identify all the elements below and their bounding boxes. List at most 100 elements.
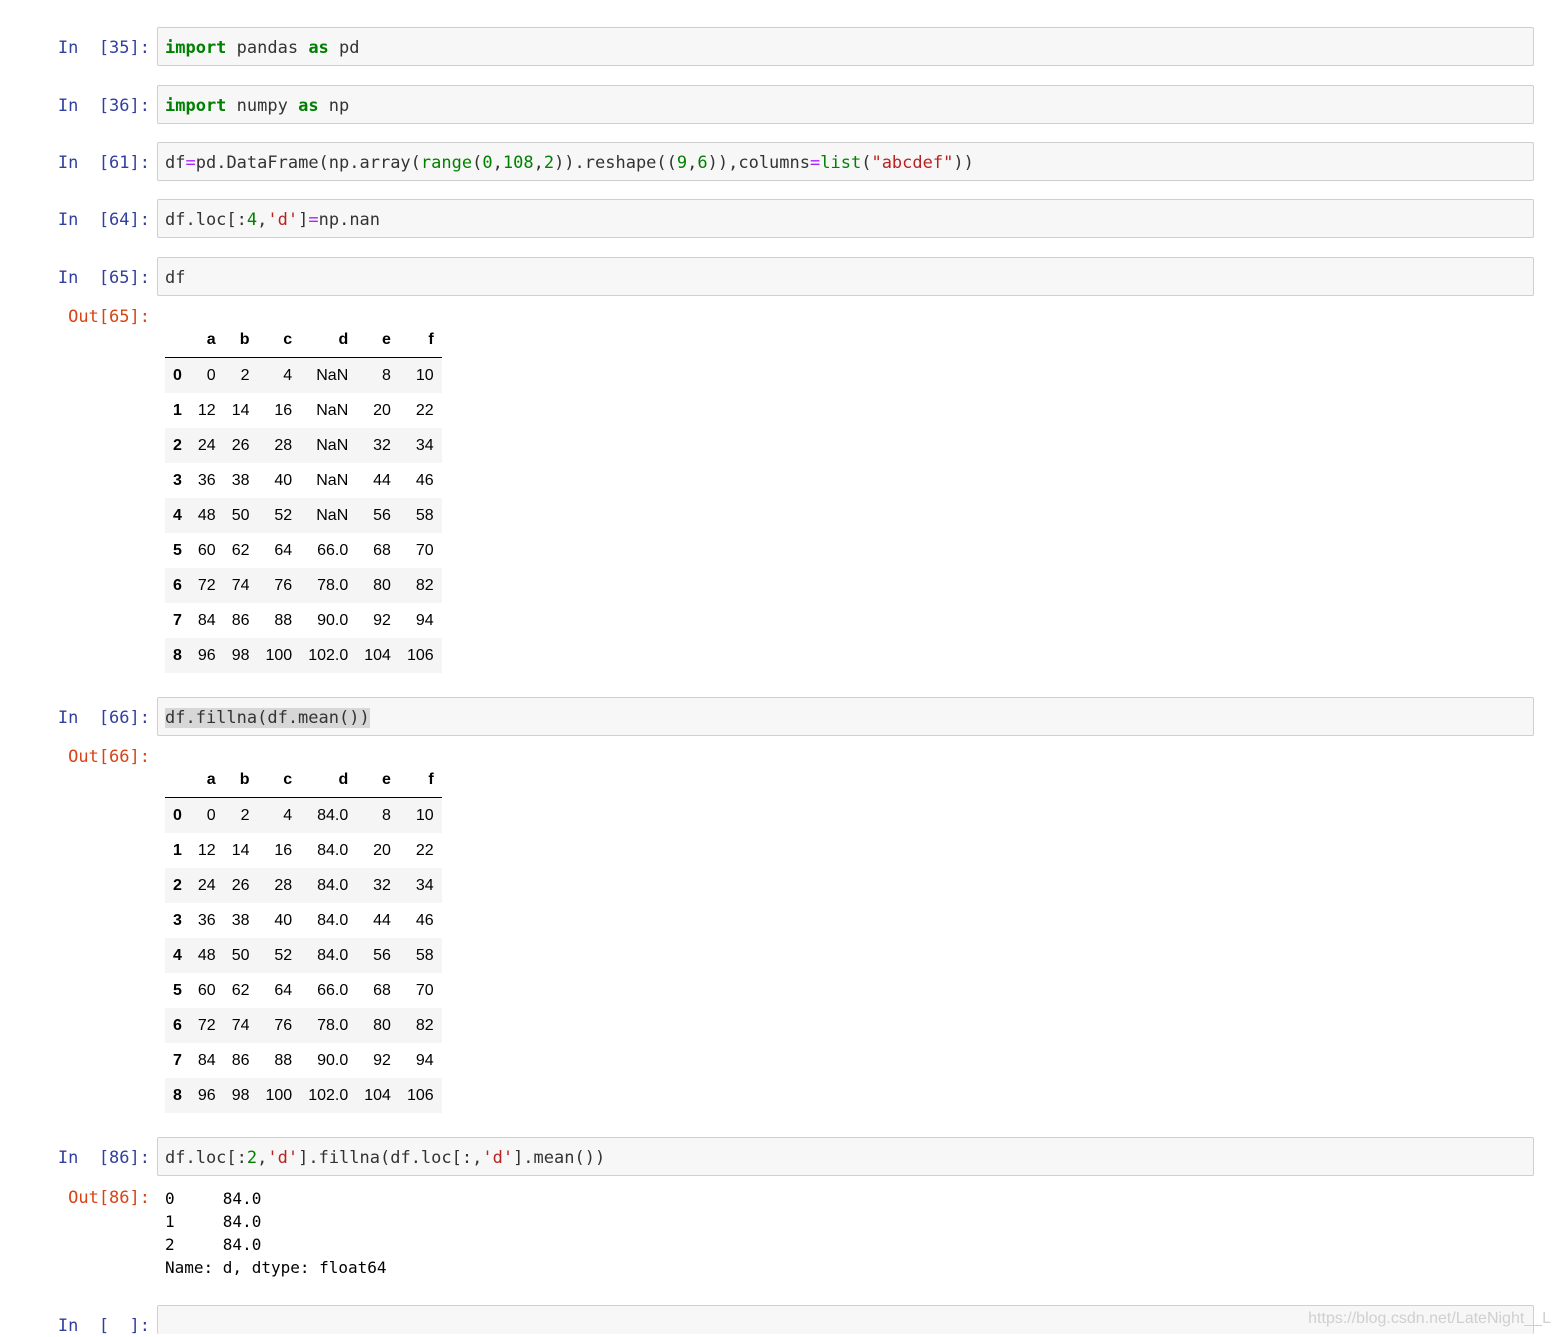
series-line: 1 84.0 xyxy=(165,1212,262,1231)
table-cell: 84.0 xyxy=(317,911,349,929)
row-index: 8 xyxy=(173,646,182,664)
table-row: 4 48 50 52 84.0 56 58 xyxy=(165,938,442,973)
table-row: 8 96 98 100 102.0 104 106 xyxy=(165,638,442,673)
table-cell: 66.0 xyxy=(317,541,349,559)
cell-61-code[interactable]: df=pd.DataFrame(np.array(range(0,108,2))… xyxy=(165,152,974,174)
cell-64-prompt: In [64]: xyxy=(57,210,150,230)
table-row: 8 96 98 100 102.0 104 106 xyxy=(165,1078,442,1113)
table-cell: 92 xyxy=(373,611,391,629)
table-cell: 28 xyxy=(274,436,293,454)
series-output-86: 0 84.0 1 84.0 2 84.0 Name: d, dtype: float6… xyxy=(165,1187,387,1279)
row-index: 6 xyxy=(173,1016,182,1034)
cell-61-prompt: In [61]: xyxy=(57,153,150,173)
table-cell: 72 xyxy=(197,576,216,594)
row-index: 4 xyxy=(173,506,182,524)
table-cell: 84.0 xyxy=(317,876,349,894)
cell-86-code[interactable]: df.loc[:2,'d'].fillna(df.loc[:,'d'].mean… xyxy=(165,1147,605,1169)
table-cell: 38 xyxy=(231,911,250,929)
cell-64-code[interactable]: df.loc[:4,'d']=np.nan xyxy=(165,209,380,231)
column-header: d xyxy=(300,322,357,358)
table-cell: 88 xyxy=(274,1051,293,1069)
row-index: 2 xyxy=(173,436,182,454)
table-cell: NaN xyxy=(316,366,349,384)
table-cell: 80 xyxy=(373,1016,391,1034)
cell-86-out-prompt: Out[86]: xyxy=(68,1188,150,1208)
column-header: e xyxy=(356,762,399,798)
table-cell: 48 xyxy=(197,506,216,524)
table-cell: 94 xyxy=(415,1051,434,1069)
row-index: 1 xyxy=(173,401,182,419)
column-header: b xyxy=(223,762,258,798)
column-header: e xyxy=(356,322,399,358)
table-cell: 40 xyxy=(274,471,293,489)
table-cell: 74 xyxy=(231,1016,250,1034)
column-header: c xyxy=(257,322,301,358)
column-header: a xyxy=(189,322,224,358)
table-cell: 2 xyxy=(240,806,250,824)
cell-66-prompt: In [66]: xyxy=(57,708,150,728)
cell-36-code[interactable]: import numpy as np xyxy=(165,95,349,117)
table-cell: 76 xyxy=(274,1016,293,1034)
table-header-row: abcdef xyxy=(165,762,442,798)
selected-code[interactable]: df.fillna(df.mean()) xyxy=(165,708,370,728)
table-cell: 12 xyxy=(197,841,216,859)
table-row: 3 36 38 40 84.0 44 46 xyxy=(165,903,442,938)
cell-35-prompt: In [35]: xyxy=(57,38,150,58)
cell-65-input[interactable] xyxy=(157,257,1534,296)
table-cell: 44 xyxy=(373,911,391,929)
table-cell: 0 xyxy=(206,806,216,824)
dataframe-output-65: a b c d e f 0 0 2 4 NaN 8 10 1 12 14 16 NaN 20 22 2 24 26 28 NaN… xyxy=(165,322,442,673)
table-cell: 50 xyxy=(231,506,250,524)
table-cell: 20 xyxy=(373,401,391,419)
table-cell: 72 xyxy=(197,1016,216,1034)
table-cell: 32 xyxy=(373,876,391,894)
table-cell: 38 xyxy=(231,471,250,489)
table-cell: 58 xyxy=(415,506,434,524)
table-row: 7 84 86 88 90.0 92 94 xyxy=(165,603,442,638)
cell-65-code[interactable]: df xyxy=(165,267,185,289)
table-cell: 62 xyxy=(231,541,250,559)
table-cell: 44 xyxy=(373,471,391,489)
dataframe-output-66: a b c d e f 0 0 2 4 84.0 8 10 1 12 14 16 84.0 20 22 2 24 26 28 8… xyxy=(165,762,442,1113)
table-cell: 36 xyxy=(197,471,216,489)
cell-35-code[interactable]: import pandas as pd xyxy=(165,37,360,59)
table-cell: 52 xyxy=(274,946,293,964)
table-cell: 86 xyxy=(231,1051,250,1069)
column-header xyxy=(165,322,190,358)
cell-66-code[interactable]: df.fillna(df.mean()) xyxy=(165,707,370,729)
table-cell: 78.0 xyxy=(317,1016,349,1034)
row-index: 8 xyxy=(173,1086,182,1104)
table-cell: 70 xyxy=(415,981,434,999)
table-cell: 58 xyxy=(415,946,434,964)
table-cell: 60 xyxy=(197,541,216,559)
table-cell: 50 xyxy=(231,946,250,964)
table-cell: 88 xyxy=(274,611,293,629)
column-header: a xyxy=(189,762,224,798)
table-cell: 68 xyxy=(373,981,391,999)
cell-35-input[interactable] xyxy=(157,27,1534,66)
table-cell: 2 xyxy=(240,366,250,384)
row-index: 3 xyxy=(173,471,182,489)
cell-36-input[interactable] xyxy=(157,85,1534,124)
table-row: 0 0 2 4 NaN 8 10 xyxy=(165,357,442,393)
table-row: 5 60 62 64 66.0 68 70 xyxy=(165,973,442,1008)
table-cell: 100 xyxy=(265,646,293,664)
table-cell: 12 xyxy=(197,401,216,419)
table-cell: 102.0 xyxy=(308,646,349,664)
table-cell: 8 xyxy=(382,806,391,824)
table-cell: 40 xyxy=(274,911,293,929)
table-cell: 36 xyxy=(197,911,216,929)
table-cell: 84 xyxy=(197,611,216,629)
series-dtype-line: Name: d, dtype: float64 xyxy=(165,1258,387,1277)
table-row: 1 12 14 16 NaN 20 22 xyxy=(165,393,442,428)
table-cell: 34 xyxy=(415,436,434,454)
table-row: 2 24 26 28 84.0 32 34 xyxy=(165,868,442,903)
column-header: b xyxy=(223,322,258,358)
table-cell: 104 xyxy=(364,1086,391,1104)
table-cell: 48 xyxy=(197,946,216,964)
cell-86-prompt: In [86]: xyxy=(57,1148,150,1168)
row-index: 7 xyxy=(173,1051,182,1069)
table-cell: NaN xyxy=(316,471,349,489)
table-cell: 66.0 xyxy=(317,981,349,999)
table-row: 6 72 74 76 78.0 80 82 xyxy=(165,1008,442,1043)
